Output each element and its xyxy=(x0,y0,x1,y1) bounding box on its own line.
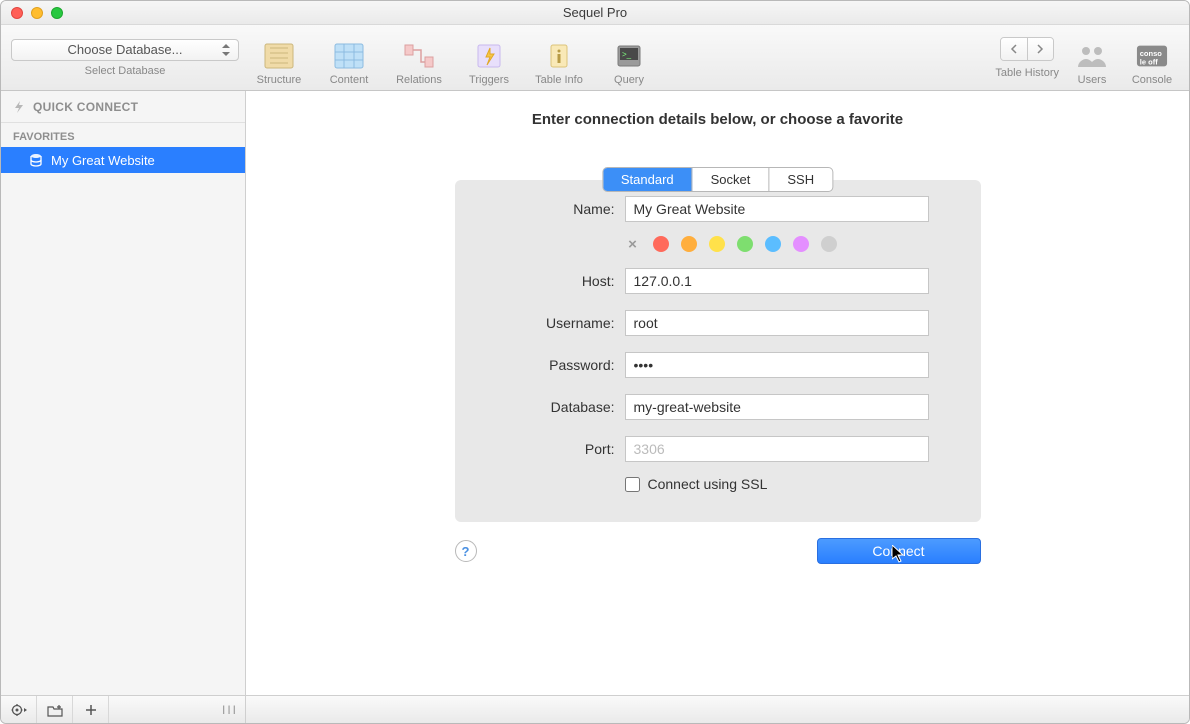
history-back-button[interactable] xyxy=(1001,38,1028,60)
color-tag-grey[interactable] xyxy=(821,236,837,252)
name-label: Name: xyxy=(485,201,615,217)
structure-icon xyxy=(263,40,295,72)
relations-button[interactable]: Relations xyxy=(389,30,449,86)
relations-icon xyxy=(403,40,435,72)
gear-icon xyxy=(11,703,27,717)
instruction-text: Enter connection details below, or choos… xyxy=(532,111,903,128)
toolbar: Choose Database... Select Database Struc… xyxy=(1,25,1189,91)
sidebar-resize-grip[interactable]: III xyxy=(215,696,245,723)
tab-standard[interactable]: Standard xyxy=(603,168,693,191)
sidebar-fill xyxy=(1,173,245,695)
color-tag-purple[interactable] xyxy=(793,236,809,252)
tableinfo-label: Table Info xyxy=(535,74,583,86)
titlebar: Sequel Pro xyxy=(1,1,1189,25)
database-label: Database: xyxy=(485,399,615,415)
content: QUICK CONNECT FAVORITES My Great Website… xyxy=(1,91,1189,695)
relations-label: Relations xyxy=(396,74,442,86)
connection-tabs: Standard Socket SSH xyxy=(602,167,833,192)
bottombar-left: III xyxy=(1,696,246,723)
add-button[interactable] xyxy=(73,696,109,723)
sidebar: QUICK CONNECT FAVORITES My Great Website xyxy=(1,91,246,695)
app-window: Sequel Pro Choose Database... Select Dat… xyxy=(0,0,1190,724)
triggers-label: Triggers xyxy=(469,74,509,86)
quick-connect-label: QUICK CONNECT xyxy=(33,100,138,114)
triggers-button[interactable]: Triggers xyxy=(459,30,519,86)
users-button[interactable]: Users xyxy=(1069,30,1115,86)
password-label: Password: xyxy=(485,357,615,373)
query-label: Query xyxy=(614,74,644,86)
tableinfo-icon xyxy=(543,40,575,72)
table-history-wrap: Table History xyxy=(995,37,1059,79)
tab-socket[interactable]: Socket xyxy=(693,168,770,191)
window-title: Sequel Pro xyxy=(1,5,1189,20)
help-button[interactable]: ? xyxy=(455,540,477,562)
connect-button-label: Connect xyxy=(872,543,924,559)
quick-connect-header[interactable]: QUICK CONNECT xyxy=(1,91,245,123)
connection-panel: Standard Socket SSH Name: × xyxy=(455,180,981,522)
database-select-text: Choose Database... xyxy=(68,42,183,57)
ssl-label: Connect using SSL xyxy=(648,476,768,492)
color-tag-none[interactable]: × xyxy=(625,236,641,252)
password-field[interactable] xyxy=(625,352,929,378)
port-label: Port: xyxy=(485,441,615,457)
gear-menu-button[interactable] xyxy=(1,696,37,723)
color-tag-red[interactable] xyxy=(653,236,669,252)
database-field[interactable] xyxy=(625,394,929,420)
query-button[interactable]: >_ Query xyxy=(599,30,659,86)
folder-plus-icon xyxy=(47,703,63,717)
lightning-icon xyxy=(13,101,25,113)
triggers-icon xyxy=(473,40,505,72)
table-history-label: Table History xyxy=(995,67,1059,79)
database-select-wrap: Choose Database... Select Database xyxy=(11,39,239,77)
users-icon xyxy=(1076,40,1108,72)
table-history-nav xyxy=(1000,37,1054,61)
structure-button[interactable]: Structure xyxy=(249,30,309,86)
database-icon xyxy=(29,153,43,167)
host-field[interactable] xyxy=(625,268,929,294)
color-tag-orange[interactable] xyxy=(681,236,697,252)
username-label: Username: xyxy=(485,315,615,331)
favorite-item-label: My Great Website xyxy=(51,153,155,168)
color-tag-green[interactable] xyxy=(737,236,753,252)
console-label: Console xyxy=(1132,74,1172,86)
color-tag-blue[interactable] xyxy=(765,236,781,252)
name-field[interactable] xyxy=(625,196,929,222)
console-icon: console off xyxy=(1136,40,1168,72)
tableinfo-button[interactable]: Table Info xyxy=(529,30,589,86)
structure-label: Structure xyxy=(257,74,302,86)
color-tag-yellow[interactable] xyxy=(709,236,725,252)
connect-button[interactable]: Connect xyxy=(817,538,981,564)
console-button[interactable]: console off Console xyxy=(1125,30,1179,86)
content-button[interactable]: Content xyxy=(319,30,379,86)
content-icon xyxy=(333,40,365,72)
bottombar: III xyxy=(1,695,1189,723)
favorite-item[interactable]: My Great Website xyxy=(1,147,245,173)
main: Enter connection details below, or choos… xyxy=(246,91,1189,695)
panel-footer: ? Connect xyxy=(455,538,981,564)
host-label: Host: xyxy=(485,273,615,289)
plus-icon xyxy=(85,704,97,716)
database-select[interactable]: Choose Database... xyxy=(11,39,239,61)
add-folder-button[interactable] xyxy=(37,696,73,723)
content-label: Content xyxy=(330,74,369,86)
database-select-label: Select Database xyxy=(85,65,166,77)
users-label: Users xyxy=(1078,74,1107,86)
ssl-checkbox[interactable] xyxy=(625,477,640,492)
svg-text:le off: le off xyxy=(1140,57,1158,66)
favorites-header: FAVORITES xyxy=(1,123,245,147)
username-field[interactable] xyxy=(625,310,929,336)
color-tag-row: × xyxy=(625,236,981,252)
query-icon: >_ xyxy=(613,40,645,72)
port-field[interactable] xyxy=(625,436,929,462)
svg-text:>_: >_ xyxy=(622,50,632,59)
history-forward-button[interactable] xyxy=(1028,38,1054,60)
tab-ssh[interactable]: SSH xyxy=(769,168,832,191)
